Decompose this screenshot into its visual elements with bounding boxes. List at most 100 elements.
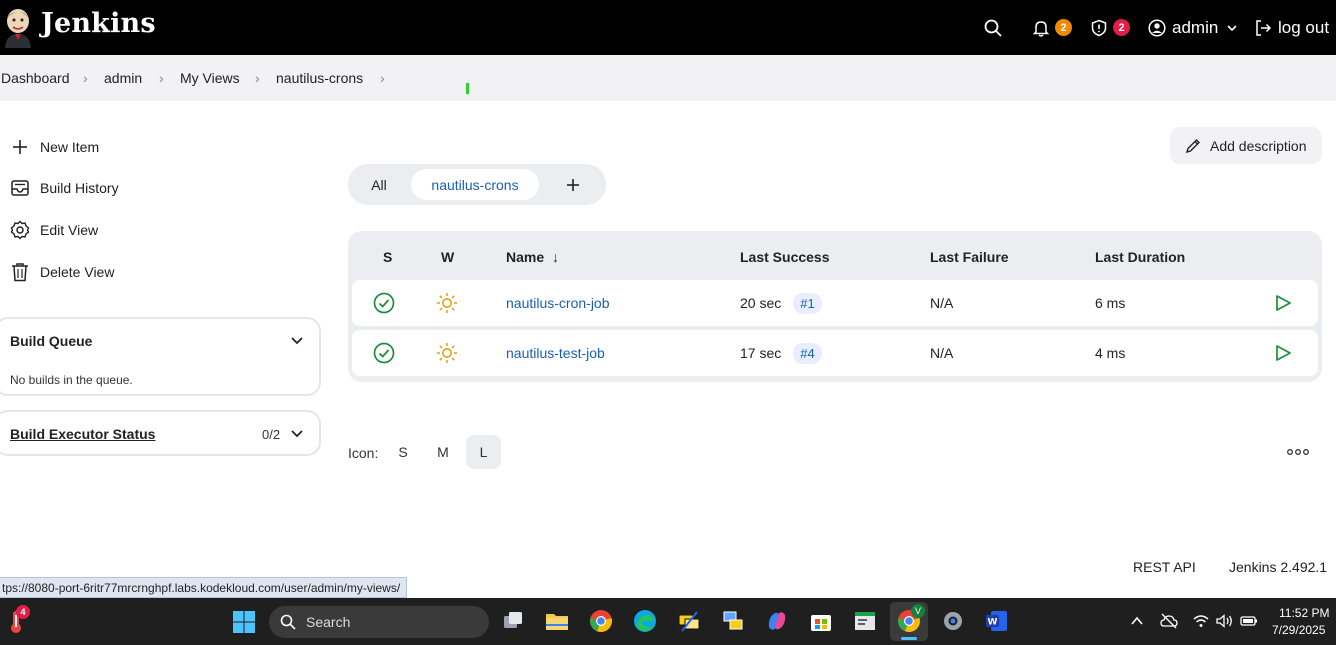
build-executor-panel: Build Executor Status 0/2	[0, 410, 321, 456]
play-build-icon[interactable]	[1274, 344, 1292, 362]
success-status-icon[interactable]	[373, 342, 395, 364]
active-indicator	[901, 637, 917, 640]
more-options-icon[interactable]	[1287, 447, 1309, 457]
battery-icon[interactable]	[1240, 615, 1258, 627]
sidebar-item-label: New Item	[40, 139, 100, 155]
sidebar-item-delete-view[interactable]: Delete View	[0, 260, 114, 284]
jenkins-logo-icon[interactable]	[0, 6, 36, 48]
shield-icon	[1091, 19, 1107, 36]
status-url: tps://8080-port-6ritr77mrcrnghpf.labs.ko…	[0, 577, 408, 598]
tab-nautilus-crons[interactable]: nautilus-crons	[411, 169, 539, 200]
build-number-link[interactable]: #1	[793, 293, 822, 314]
last-duration: 6 ms	[1095, 295, 1126, 311]
breadcrumb: Dashboard › admin › My Views › nautilus-…	[0, 55, 1336, 101]
user-menu[interactable]: admin	[1148, 0, 1238, 55]
notifications-button[interactable]: 2	[1032, 0, 1072, 55]
top-bar: Jenkins 2 2 admin log out	[0, 0, 1336, 55]
breadcrumb-dashboard[interactable]: Dashboard	[1, 70, 70, 86]
clock-time[interactable]: 11:52 PM	[1279, 606, 1329, 620]
plus-icon	[567, 178, 579, 191]
taskbar-search[interactable]: Search	[269, 606, 489, 638]
rest-api-link[interactable]: REST API	[1133, 559, 1196, 575]
volume-icon[interactable]	[1216, 614, 1234, 628]
copilot-icon[interactable]	[765, 609, 789, 633]
last-success-time: 20 sec	[740, 295, 782, 311]
file-explorer-icon[interactable]	[545, 609, 569, 633]
sidebar-item-edit-view[interactable]: Edit View	[0, 218, 98, 242]
icon-size-m[interactable]: M	[426, 435, 460, 469]
add-description-button[interactable]: Add description	[1170, 127, 1322, 164]
column-header-status[interactable]: S	[383, 249, 392, 265]
breadcrumb-separator-icon: ›	[255, 70, 260, 86]
view-tabs: All nautilus-crons	[348, 164, 606, 205]
add-description-label: Add description	[1210, 137, 1307, 154]
column-header-name-label: Name	[506, 249, 545, 265]
pencil-icon	[1185, 138, 1200, 153]
breadcrumb-my-views[interactable]: My Views	[180, 70, 240, 86]
column-header-last-success[interactable]: Last Success	[740, 249, 830, 265]
weather-badge: 4	[16, 605, 30, 619]
table-row: nautilus-test-job 17 sec #4 N/A 4 ms	[352, 330, 1318, 376]
active-chrome-window[interactable]: V	[890, 602, 928, 641]
wifi-icon[interactable]	[1193, 614, 1209, 628]
breadcrumb-admin[interactable]: admin	[104, 70, 142, 86]
breadcrumb-separator-icon: ›	[83, 70, 88, 86]
cloud-offline-icon[interactable]	[1160, 613, 1178, 629]
weather-widget[interactable]: 4	[6, 605, 30, 635]
table-row: nautilus-cron-job 20 sec #1 N/A 6 ms	[352, 280, 1318, 326]
search-button[interactable]	[984, 0, 1002, 55]
sidebar-item-build-history[interactable]: Build History	[0, 176, 119, 200]
remote-desktop-icon[interactable]	[721, 609, 745, 633]
column-header-weather[interactable]: W	[441, 249, 454, 265]
windows-start-icon[interactable]	[232, 610, 256, 634]
build-queue-panel: Build Queue No builds in the queue.	[0, 317, 321, 396]
inbox-icon	[11, 180, 29, 196]
last-success: 20 sec #1	[740, 292, 822, 314]
last-success-time: 17 sec	[740, 345, 782, 361]
icon-size-s[interactable]: S	[386, 435, 420, 469]
build-queue-empty: No builds in the queue.	[10, 373, 133, 387]
add-view-button[interactable]	[558, 169, 588, 200]
logout-icon	[1256, 19, 1272, 36]
brand-title[interactable]: Jenkins	[41, 8, 156, 39]
windows-taskbar: 4 Search V W 11:52 PM 7/29/2025	[0, 598, 1336, 645]
sunny-weather-icon[interactable]	[436, 292, 458, 314]
last-duration: 4 ms	[1095, 345, 1126, 361]
clock-date[interactable]: 7/29/2025	[1272, 623, 1325, 637]
tab-all[interactable]: All	[358, 169, 400, 200]
sunny-weather-icon[interactable]	[436, 342, 458, 364]
chevron-up-icon[interactable]	[1130, 615, 1144, 627]
task-view-icon[interactable]	[501, 609, 525, 633]
chevron-down-icon[interactable]	[290, 335, 304, 347]
job-name-link[interactable]: nautilus-test-job	[506, 345, 605, 361]
breadcrumb-nautilus-crons[interactable]: nautilus-crons	[276, 70, 363, 86]
jenkins-version-link[interactable]: Jenkins 2.492.1	[1229, 559, 1327, 575]
network-tool-icon[interactable]	[677, 609, 701, 633]
build-queue-title[interactable]: Build Queue	[10, 333, 92, 349]
logout-link[interactable]: log out	[1254, 0, 1329, 55]
job-name-link[interactable]: nautilus-cron-job	[506, 295, 610, 311]
icon-size-l[interactable]: L	[466, 435, 501, 469]
settings-icon[interactable]	[941, 609, 965, 633]
word-icon[interactable]: W	[985, 609, 1009, 633]
play-build-icon[interactable]	[1274, 294, 1292, 312]
security-button[interactable]: 2	[1090, 0, 1130, 55]
chrome-icon[interactable]	[589, 609, 613, 633]
microsoft-store-icon[interactable]	[809, 609, 833, 633]
column-header-name[interactable]: Name ↓	[506, 249, 559, 265]
sidebar-item-new-item[interactable]: New Item	[0, 135, 99, 159]
notifications-badge: 2	[1055, 19, 1072, 36]
chevron-down-icon	[1227, 24, 1237, 31]
build-executor-title[interactable]: Build Executor Status	[10, 426, 155, 442]
column-header-last-duration[interactable]: Last Duration	[1095, 249, 1185, 265]
icon-size-label: Icon:	[348, 445, 379, 461]
chrome-profile-badge: V	[911, 604, 925, 618]
edge-icon[interactable]	[633, 609, 657, 633]
user-icon	[1148, 18, 1166, 37]
executor-count: 0/2	[262, 427, 281, 442]
chevron-down-icon[interactable]	[290, 428, 304, 440]
notepad-icon[interactable]	[853, 609, 877, 633]
build-number-link[interactable]: #4	[793, 343, 822, 364]
column-header-last-failure[interactable]: Last Failure	[930, 249, 1009, 265]
success-status-icon[interactable]	[373, 292, 395, 314]
